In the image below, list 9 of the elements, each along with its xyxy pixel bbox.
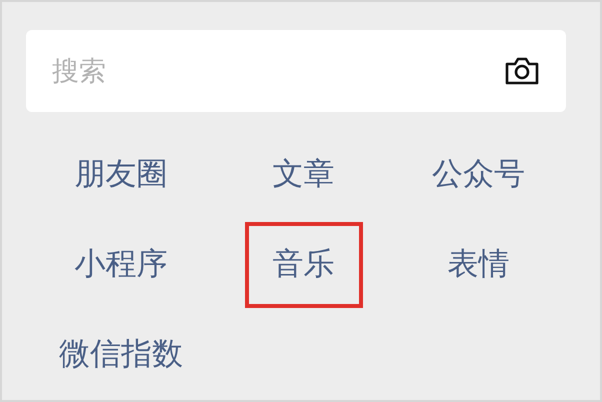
category-link[interactable]: 公众号 — [404, 132, 553, 218]
category-link[interactable]: 小程序 — [46, 222, 196, 308]
category-link[interactable]: 朋友圈 — [46, 132, 196, 218]
category-link[interactable]: 微信指数 — [31, 312, 211, 398]
category-link[interactable]: 表情 — [420, 222, 538, 308]
search-field[interactable]: 搜索 — [26, 30, 566, 112]
category-link[interactable]: 文章 — [244, 132, 362, 218]
camera-icon[interactable] — [504, 56, 540, 86]
category-link[interactable]: 音乐 — [244, 222, 362, 308]
